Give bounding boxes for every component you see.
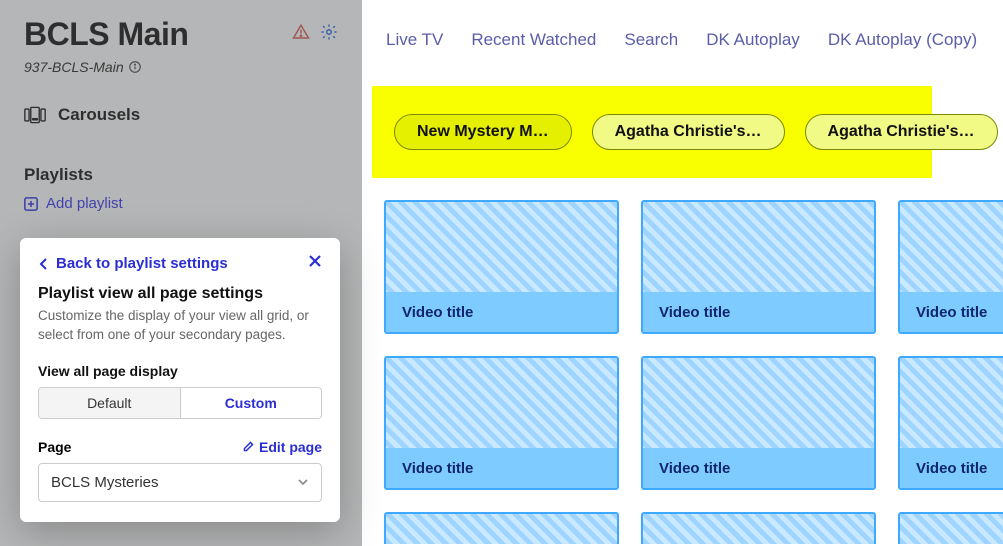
tab-recent-watched[interactable]: Recent Watched (471, 30, 596, 50)
video-card[interactable]: Video title (384, 200, 619, 334)
toggle-custom[interactable]: Custom (181, 388, 322, 418)
pencil-icon (242, 440, 255, 453)
popover-description: Customize the display of your view all g… (38, 307, 322, 345)
preview-pane: Live TV Recent Watched Search DK Autopla… (362, 0, 1003, 546)
tab-live-tv[interactable]: Live TV (386, 30, 443, 50)
popover-title: Playlist view all page settings (38, 285, 322, 303)
back-button[interactable]: Back to playlist settings (38, 255, 228, 272)
playlists-heading: Playlists (24, 165, 338, 185)
toggle-default[interactable]: Default (39, 388, 181, 418)
video-title: Video title (900, 304, 987, 321)
carousels-icon (24, 106, 46, 124)
video-card[interactable] (641, 512, 876, 544)
video-title: Video title (643, 304, 730, 321)
category-pill-bar: New Mystery M… Agatha Christie's… Agatha… (372, 86, 932, 178)
edit-page-button[interactable]: Edit page (242, 439, 322, 455)
add-playlist-button[interactable]: Add playlist (24, 195, 338, 212)
video-card[interactable]: Video title (898, 200, 1003, 334)
preview-tabs: Live TV Recent Watched Search DK Autopla… (362, 0, 1003, 50)
carousels-label: Carousels (58, 105, 140, 125)
tab-search[interactable]: Search (624, 30, 678, 50)
display-toggle: Default Custom (38, 387, 322, 419)
video-title: Video title (900, 460, 987, 477)
category-pill[interactable]: New Mystery M… (394, 114, 572, 150)
video-title: Video title (386, 304, 473, 321)
video-card[interactable]: Video title (641, 356, 876, 490)
video-card[interactable] (384, 512, 619, 544)
category-pill[interactable]: Agatha Christie's… (592, 114, 785, 150)
carousels-nav[interactable]: Carousels (24, 105, 338, 125)
tab-dk-autoplay-copy[interactable]: DK Autoplay (Copy) (828, 30, 977, 50)
display-label: View all page display (38, 363, 322, 379)
warning-icon[interactable] (292, 23, 310, 46)
edit-page-label: Edit page (259, 439, 322, 455)
category-pill[interactable]: Agatha Christie's… (805, 114, 998, 150)
plus-icon (24, 197, 38, 211)
page-select-value: BCLS Mysteries (51, 474, 159, 491)
close-icon (308, 254, 322, 268)
video-card[interactable]: Video title (641, 200, 876, 334)
gear-icon[interactable] (320, 23, 338, 46)
chevron-down-icon (297, 476, 309, 488)
video-title: Video title (386, 460, 473, 477)
tab-dk-autoplay[interactable]: DK Autoplay (706, 30, 800, 50)
video-card[interactable]: Video title (384, 356, 619, 490)
page-select[interactable]: BCLS Mysteries (38, 463, 322, 502)
page-label: Page (38, 439, 71, 455)
video-card[interactable] (898, 512, 1003, 544)
page-subtitle: 937-BCLS-Main (24, 59, 338, 75)
playlist-settings-popover: Back to playlist settings Playlist view … (20, 238, 340, 522)
back-label: Back to playlist settings (56, 255, 228, 272)
info-icon[interactable] (128, 60, 142, 74)
video-card[interactable]: Video title (898, 356, 1003, 490)
close-button[interactable] (308, 254, 322, 273)
video-title: Video title (643, 460, 730, 477)
add-playlist-label: Add playlist (46, 195, 123, 212)
page-title: BCLS Main (24, 16, 188, 53)
chevron-left-icon (38, 258, 50, 270)
